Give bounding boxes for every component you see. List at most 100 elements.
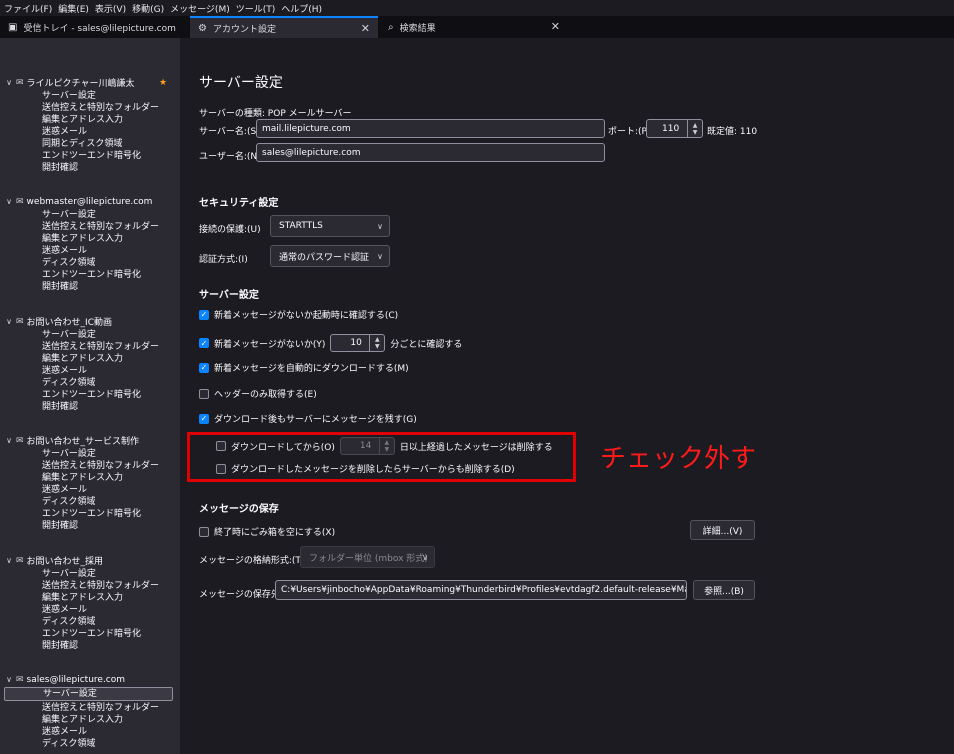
port-default-text: 既定値: 110 [707,127,758,137]
tab-account-settings[interactable]: ⚙ アカウント設定 ✕ [190,16,378,38]
sidebar-item-composition[interactable]: 編集とアドレス入力 [42,714,123,726]
details-button[interactable]: 詳細...(V) [690,520,755,540]
account-tree: ∨ ✉ ライルピクチャー川嶋謙太 ★ サーバー設定 送信控えと特別なフォルダー … [0,38,180,754]
sidebar-item-composition[interactable]: 編集とアドレス入力 [42,472,123,484]
check-interval-stepper[interactable]: 10 ▲ ▼ [330,334,386,352]
checkbox-checked[interactable]: ✓ [199,309,209,320]
account-name: sales@lilepicture.com [26,674,126,685]
leave-on-server-option[interactable]: ✓ ダウンロード後もサーバーにメッセージを残す(G) [199,412,417,425]
sidebar-item-disk-space[interactable]: ディスク領域 [42,496,95,508]
sidebar-item-composition[interactable]: 編集とアドレス入力 [42,592,123,604]
check-every-option[interactable]: ✓ 新着メッセージがないか(Y) 10 ▲ ▼ 分ごとに確認する [199,334,462,352]
sidebar-item-copies-folders[interactable]: 送信控えと特別なフォルダー [42,341,159,353]
empty-trash-option[interactable]: 終了時にごみ箱を空にする(X) [199,525,335,538]
spin-arrows-icon[interactable]: ▲ ▼ [687,120,702,137]
store-path-input[interactable]: C:¥Users¥jinbocho¥AppData¥Roaming¥Thunde… [275,580,687,600]
sidebar-item-disk-space[interactable]: ディスク領域 [42,377,95,389]
store-type-label: メッセージの格納形式:(T) [199,556,305,566]
menu-edit[interactable]: 編集(E) [58,2,89,15]
close-icon[interactable]: ✕ [361,22,370,35]
connection-security-label: 接続の保護:(U) [199,225,261,235]
checkbox-checked[interactable]: ✓ [199,413,209,424]
menu-go[interactable]: 移動(G) [132,2,164,15]
sidebar-item-composition[interactable]: 編集とアドレス入力 [42,233,123,245]
sidebar-item-receipts[interactable]: 開封確認 [42,281,78,293]
port-stepper[interactable]: 110 ▲ ▼ [646,119,703,138]
close-icon[interactable]: ✕ [551,20,560,33]
sidebar-item-e2e[interactable]: エンドツーエンド暗号化 [42,389,141,401]
browse-button[interactable]: 参照...(B) [693,580,755,600]
menu-tools[interactable]: ツール(T) [236,2,276,15]
sidebar-item-copies-folders[interactable]: 送信控えと特別なフォルダー [42,221,159,233]
account-item[interactable]: ∨ ✉ お問い合わせ_IC動画 [0,315,180,329]
chevron-down-icon: ∨ [377,251,383,261]
chevron-down-icon[interactable]: ∨ [4,675,14,684]
chevron-down-icon[interactable]: ∨ [4,317,14,326]
spin-arrows-icon[interactable]: ▲ ▼ [369,335,384,351]
tab-search-results[interactable]: ⌕ 検索結果 ✕ [380,16,568,38]
server-type-text: サーバーの種類: POP メールサーバー [199,109,352,119]
check-startup-option[interactable]: ✓ 新着メッセージがないか起動時に確認する(C) [199,308,398,321]
sidebar-item-copies-folders[interactable]: 送信控えと特別なフォルダー [42,460,159,472]
sidebar-item-server-settings[interactable]: サーバー設定 [42,329,96,341]
sidebar-item-composition[interactable]: 編集とアドレス入力 [42,353,123,365]
sidebar-item-receipts[interactable]: 開封確認 [42,162,78,174]
menu-view[interactable]: 表示(V) [95,2,126,15]
sidebar-item-disk-space[interactable]: 同期とディスク領域 [42,138,122,150]
sidebar-item-disk-space[interactable]: ディスク領域 [42,616,95,628]
account-item[interactable]: ∨ ✉ ライルピクチャー川嶋謙太 ★ [0,76,180,90]
checkbox-unchecked[interactable] [199,388,209,399]
sidebar-item-server-settings-selected[interactable]: サーバー設定 [4,687,173,701]
headers-only-option[interactable]: ヘッダーのみ取得する(E) [199,387,317,400]
menu-message[interactable]: メッセージ(M) [170,2,230,15]
sidebar-item-e2e[interactable]: エンドツーエンド暗号化 [42,150,141,162]
checkbox-checked[interactable]: ✓ [199,362,209,373]
chevron-down-icon[interactable]: ∨ [4,556,14,565]
chevron-down-icon[interactable]: ∨ [4,197,14,206]
sidebar-item-copies-folders[interactable]: 送信控えと特別なフォルダー [42,102,159,114]
sidebar-item-server-settings[interactable]: サーバー設定 [42,209,96,221]
account-item[interactable]: ∨ ✉ sales@lilepicture.com [0,673,180,686]
sidebar-item-junk[interactable]: 迷惑メール [42,245,87,257]
sidebar-item-receipts[interactable]: 開封確認 [42,520,78,532]
sidebar-item-server-settings[interactable]: サーバー設定 [42,448,96,460]
sidebar-item-copies-folders[interactable]: 送信控えと特別なフォルダー [42,702,159,714]
sidebar-item-receipts[interactable]: 開封確認 [42,401,78,413]
sidebar-item-e2e[interactable]: エンドツーエンド暗号化 [42,508,141,520]
chevron-down-icon: ∨ [377,221,383,231]
sidebar-item-receipts[interactable]: 開封確認 [42,640,78,652]
tab-inbox[interactable]: ▣ 受信トレイ - sales@lilepicture.com [0,16,180,38]
server-name-input[interactable]: mail.lilepicture.com [256,119,605,138]
menu-help[interactable]: ヘルプ(H) [281,2,322,15]
sidebar-item-copies-folders[interactable]: 送信控えと特別なフォルダー [42,580,159,592]
auto-download-option[interactable]: ✓ 新着メッセージを自動的にダウンロードする(M) [199,361,409,374]
checkbox-checked[interactable]: ✓ [199,338,209,348]
sidebar-item-junk[interactable]: 迷惑メール [42,484,87,496]
sidebar-item-e2e[interactable]: エンドツーエンド暗号化 [42,628,141,640]
auth-method-select[interactable]: 通常のパスワード認証 ∨ [270,245,390,267]
sidebar-item-disk-space[interactable]: ディスク領域 [42,257,95,269]
account-item[interactable]: ∨ ✉ webmaster@lilepicture.com [0,195,180,208]
check-interval-value: 10 [350,338,362,348]
store-type-select[interactable]: フォルダー単位 (mbox 形式) ∨ [300,546,435,568]
sidebar-item-disk-space[interactable]: ディスク領域 [42,738,95,750]
sidebar-item-server-settings[interactable]: サーバー設定 [42,568,96,580]
account-item[interactable]: ∨ ✉ お問い合わせ_サービス制作 [0,434,180,448]
connection-security-select[interactable]: STARTTLS ∨ [270,215,390,237]
sidebar-item-server-settings[interactable]: サーバー設定 [42,90,96,102]
sidebar-item-junk[interactable]: 迷惑メール [42,365,87,377]
chevron-down-icon[interactable]: ∨ [4,78,14,87]
sidebar-item-junk[interactable]: 迷惑メール [42,726,87,738]
mail-account-icon: ✉ [16,674,24,685]
port-label: ポート:(P) [608,127,651,137]
sidebar-item-e2e[interactable]: エンドツーエンド暗号化 [42,269,141,281]
sidebar-item-composition[interactable]: 編集とアドレス入力 [42,114,123,126]
account-item[interactable]: ∨ ✉ お問い合わせ_採用 [0,554,180,568]
sidebar-item-junk[interactable]: 迷惑メール [42,126,87,138]
menu-file[interactable]: ファイル(F) [4,2,52,15]
checkbox-unchecked[interactable] [199,526,209,537]
tab-bar: ▣ 受信トレイ - sales@lilepicture.com ⚙ アカウント設… [0,16,954,38]
chevron-down-icon[interactable]: ∨ [4,436,14,445]
sidebar-item-junk[interactable]: 迷惑メール [42,604,87,616]
username-input[interactable]: sales@lilepicture.com [256,143,605,162]
